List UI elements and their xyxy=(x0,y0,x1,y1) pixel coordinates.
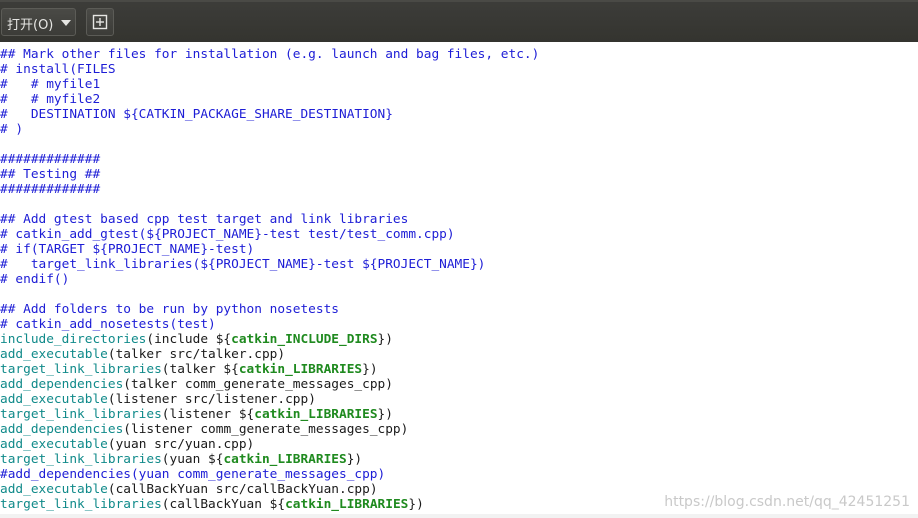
code-token: (listener ${ xyxy=(161,407,255,422)
code-token: ############# xyxy=(0,182,101,197)
code-token: # ) xyxy=(0,122,24,137)
code-line: ############# xyxy=(0,182,539,197)
code-token: target_link_libraries xyxy=(0,452,162,467)
text-editor-area[interactable]: ## Mark other files for installation (e.… xyxy=(0,42,918,518)
code-token: }) xyxy=(346,452,363,467)
code-token: catkin_INCLUDE_DIRS xyxy=(231,332,378,347)
code-token: add_executable xyxy=(0,347,108,362)
code-line: #add_dependencies(yuan comm_generate_mes… xyxy=(0,467,539,482)
code-token: #add_dependencies(yuan comm_generate_mes… xyxy=(0,467,386,482)
code-token: target_link_libraries xyxy=(0,407,162,422)
header-toolbar: 打开(O) xyxy=(0,0,918,43)
code-token: # # myfile1 xyxy=(0,77,101,92)
code-token: ## Testing ## xyxy=(0,167,101,182)
open-button[interactable]: 打开(O) xyxy=(1,8,76,36)
code-token: (include ${ xyxy=(146,332,232,347)
code-line: # ) xyxy=(0,122,539,137)
code-token: add_dependencies xyxy=(0,422,124,437)
code-line: # DESTINATION ${CATKIN_PACKAGE_SHARE_DES… xyxy=(0,107,539,122)
code-token: (talker comm_generate_messages_cpp) xyxy=(123,377,393,392)
open-button-label: 打开(O) xyxy=(7,18,54,33)
code-token: (listener src/listener.cpp) xyxy=(107,392,316,407)
code-token: catkin_LIBRARIES xyxy=(223,452,347,467)
code-token: # if(TARGET ${PROJECT_NAME}-test) xyxy=(0,242,255,257)
code-line: target_link_libraries(listener ${catkin_… xyxy=(0,407,539,422)
code-token: ############# xyxy=(0,152,101,167)
code-token: add_executable xyxy=(0,482,108,497)
code-line: ## Mark other files for installation (e.… xyxy=(0,47,539,62)
code-line: add_executable(yuan src/yuan.cpp) xyxy=(0,437,539,452)
code-line: add_dependencies(talker comm_generate_me… xyxy=(0,377,539,392)
code-token: # DESTINATION ${CATKIN_PACKAGE_SHARE_DES… xyxy=(0,107,393,122)
code-line: # endif() xyxy=(0,272,539,287)
code-token: (listener comm_generate_messages_cpp) xyxy=(123,422,409,437)
code-line: target_link_libraries(talker ${catkin_LI… xyxy=(0,362,539,377)
watermark: https://blog.csdn.net/qq_42451251 xyxy=(664,494,910,510)
code-line: # # myfile1 xyxy=(0,77,539,92)
code-line: # catkin_add_gtest(${PROJECT_NAME}-test … xyxy=(0,227,539,242)
code-token: # catkin_add_nosetests(test) xyxy=(0,317,216,332)
code-line: include_directories(include ${catkin_INC… xyxy=(0,332,539,347)
horizontal-scrollbar[interactable] xyxy=(0,514,918,518)
code-token: }) xyxy=(377,407,393,422)
code-token: catkin_LIBRARIES xyxy=(238,362,363,377)
code-token: }) xyxy=(377,332,393,347)
code-line: add_dependencies(listener comm_generate_… xyxy=(0,422,539,437)
code-token: (yuan ${ xyxy=(161,452,224,467)
code-token: add_executable xyxy=(0,392,108,407)
code-token: catkin_LIBRARIES xyxy=(285,497,409,512)
chevron-down-icon[interactable] xyxy=(61,20,71,26)
code-token: (talker src/talker.cpp) xyxy=(107,347,286,362)
code-token: target_link_libraries xyxy=(0,362,162,377)
code-line: ## Add folders to be run by python noset… xyxy=(0,302,539,317)
code-line: ## Add gtest based cpp test target and l… xyxy=(0,212,539,227)
code-token: }) xyxy=(408,497,424,512)
code-token: (callBackYuan src/callBackYuan.cpp) xyxy=(107,482,378,497)
code-line: # install(FILES xyxy=(0,62,539,77)
code-token: (callBackYuan ${ xyxy=(161,497,286,512)
code-line: # catkin_add_nosetests(test) xyxy=(0,317,539,332)
code-token: # endif() xyxy=(0,272,70,287)
code-token: ## Mark other files for installation (e.… xyxy=(0,47,540,62)
code-view[interactable]: ## Mark other files for installation (e.… xyxy=(0,47,539,512)
code-line: target_link_libraries(yuan ${catkin_LIBR… xyxy=(0,452,539,467)
code-token: # catkin_add_gtest(${PROJECT_NAME}-test … xyxy=(0,227,455,242)
code-token: # install(FILES xyxy=(0,62,116,77)
code-token: (talker ${ xyxy=(161,362,239,377)
code-token: (yuan src/yuan.cpp) xyxy=(107,437,255,452)
code-line: target_link_libraries(callBackYuan ${cat… xyxy=(0,497,539,512)
code-line: # # myfile2 xyxy=(0,92,539,107)
code-line: # target_link_libraries(${PROJECT_NAME}-… xyxy=(0,257,539,272)
code-token: ## Add folders to be run by python noset… xyxy=(0,302,339,317)
code-line: # if(TARGET ${PROJECT_NAME}-test) xyxy=(0,242,539,257)
toolbar-top-border xyxy=(0,0,918,2)
code-token: target_link_libraries xyxy=(0,497,162,512)
code-line: ## Testing ## xyxy=(0,167,539,182)
code-token: ## Add gtest based cpp test target and l… xyxy=(0,212,409,227)
code-line: add_executable(listener src/listener.cpp… xyxy=(0,392,539,407)
new-document-icon xyxy=(92,14,108,30)
code-token: catkin_LIBRARIES xyxy=(254,407,378,422)
code-line: ############# xyxy=(0,152,539,167)
code-token: add_dependencies xyxy=(0,377,124,392)
new-document-button[interactable] xyxy=(86,8,114,36)
code-token: add_executable xyxy=(0,437,108,452)
code-line: add_executable(talker src/talker.cpp) xyxy=(0,347,539,362)
code-token: }) xyxy=(362,362,378,377)
code-line: add_executable(callBackYuan src/callBack… xyxy=(0,482,539,497)
code-token: # target_link_libraries(${PROJECT_NAME}-… xyxy=(0,257,486,272)
code-token: include_directories xyxy=(0,332,147,347)
code-token: # # myfile2 xyxy=(0,92,101,107)
